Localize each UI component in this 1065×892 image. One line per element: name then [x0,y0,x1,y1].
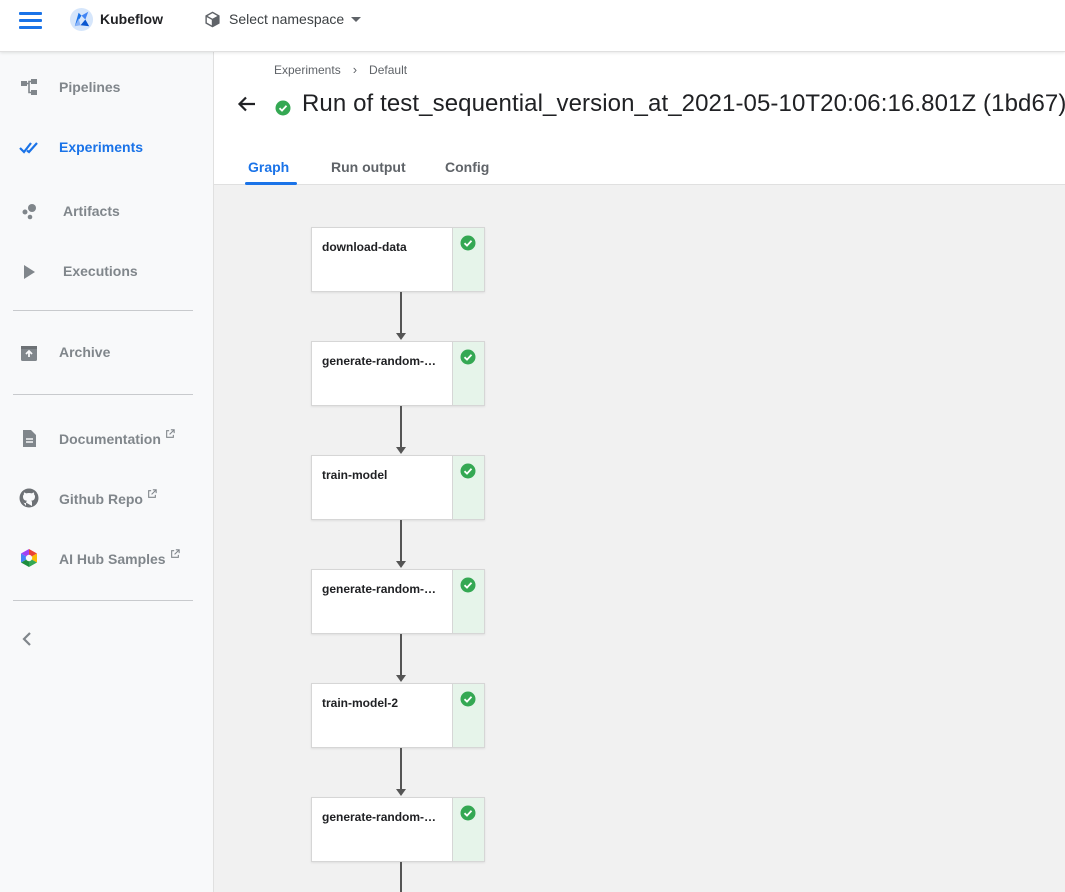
chevron-right-icon: › [352,62,358,77]
graph-node-download-data[interactable]: download-data [311,227,485,292]
double-check-icon [19,138,39,158]
sidebar: Pipelines Experiments Artifacts Executio… [0,52,214,892]
pipelines-icon [19,78,39,98]
arrow-down-icon [396,675,406,682]
node-status [452,798,484,861]
pipeline-graph[interactable]: download-data generate-random-number tra… [214,185,1065,892]
document-icon [19,428,39,448]
node-label: download-data [322,240,407,254]
node-label: train-model-2 [322,696,399,710]
main-content: Experiments › Default Run of test_sequen… [214,52,1065,892]
cube-icon [205,11,220,27]
caret-down-icon [351,16,362,22]
sidebar-item-label-group: Github Repo [59,489,157,507]
success-check-icon [460,235,476,251]
external-link-icon [166,429,175,438]
namespace-selector[interactable]: Select namespace [204,9,362,29]
sidebar-item-label-group: AI Hub Samples [59,549,180,567]
sidebar-item-label-group: Documentation [59,429,175,447]
sidebar-item-archive[interactable]: Archive [0,333,213,373]
success-check-icon [460,805,476,821]
node-label: generate-random-number-3 [322,810,440,824]
sidebar-item-label: Archive [59,344,111,360]
tab-config[interactable]: Config [445,159,489,175]
graph-node-train-model-2[interactable]: train-model-2 [311,683,485,748]
sidebar-item-label: AI Hub Samples [59,551,166,567]
graph-edge [400,406,402,448]
arrow-down-icon [396,333,406,340]
node-status [452,570,484,633]
node-label: generate-random-number-2 [322,582,440,596]
success-check-icon [460,463,476,479]
success-check-icon [460,577,476,593]
breadcrumb-default[interactable]: Default [369,63,407,77]
sidebar-item-label: Experiments [59,139,144,155]
app-name: Kubeflow [100,11,163,27]
sidebar-divider [13,310,193,311]
external-link-icon [170,549,180,558]
node-status [452,684,484,747]
node-status [452,228,484,291]
graph-edge [400,520,402,562]
sidebar-item-documentation[interactable]: Documentation [0,418,213,458]
sidebar-item-label: Github Repo [59,491,143,507]
sidebar-item-executions[interactable]: Executions [0,252,213,292]
graph-node-generate-random-number[interactable]: generate-random-number [311,341,485,406]
tab-graph[interactable]: Graph [248,159,289,175]
arrow-down-icon [396,561,406,568]
graph-node-generate-random-number-3[interactable]: generate-random-number-3 [311,797,485,862]
graph-edge [400,634,402,676]
sidebar-item-github-repo[interactable]: Github Repo [0,478,213,518]
success-check-icon [460,691,476,707]
success-check-icon [460,349,476,365]
success-check-icon [275,100,291,116]
node-status [452,342,484,405]
graph-edge [400,748,402,790]
sidebar-item-experiments[interactable]: Experiments [0,128,213,168]
node-label: train-model [322,468,388,482]
sidebar-item-artifacts[interactable]: Artifacts [0,192,213,232]
tab-bar: Graph Run output Config [214,148,1065,185]
sidebar-item-ai-hub-samples[interactable]: AI Hub Samples [0,538,213,578]
arrow-down-icon [396,447,406,454]
breadcrumb: Experiments › Default [274,62,407,77]
node-label: generate-random-number [322,354,440,368]
sidebar-item-label: Executions [63,263,138,279]
node-status [452,456,484,519]
graph-edge [400,862,402,892]
top-bar: Kubeflow Select namespace [0,0,1065,52]
breadcrumb-experiments[interactable]: Experiments [274,63,341,77]
sidebar-item-label: Pipelines [59,79,121,95]
ai-hub-icon [19,548,39,568]
sidebar-item-pipelines[interactable]: Pipelines [0,68,213,108]
sidebar-divider [13,394,193,395]
collapse-sidebar-button[interactable] [17,628,39,650]
kubeflow-logo[interactable]: Kubeflow [69,6,163,32]
github-icon [19,488,39,508]
graph-edge [400,292,402,334]
graph-node-generate-random-number-2[interactable]: generate-random-number-2 [311,569,485,634]
artifacts-icon [19,202,39,222]
sidebar-item-label: Documentation [59,431,161,447]
namespace-label: Select namespace [229,11,345,27]
tab-run-output[interactable]: Run output [331,159,406,175]
arrow-back-icon [237,96,255,112]
external-link-icon [148,489,157,498]
kubeflow-logo-icon [69,7,94,31]
menu-icon[interactable] [19,12,43,32]
sidebar-divider [13,600,193,601]
chevron-left-icon [22,632,31,646]
sidebar-item-label: Artifacts [63,203,120,219]
page-title: Run of test_sequential_version_at_2021-0… [302,90,1065,117]
back-button[interactable] [236,93,262,115]
archive-icon [19,343,39,363]
graph-node-train-model[interactable]: train-model [311,455,485,520]
arrow-down-icon [396,789,406,796]
play-icon [19,262,39,282]
